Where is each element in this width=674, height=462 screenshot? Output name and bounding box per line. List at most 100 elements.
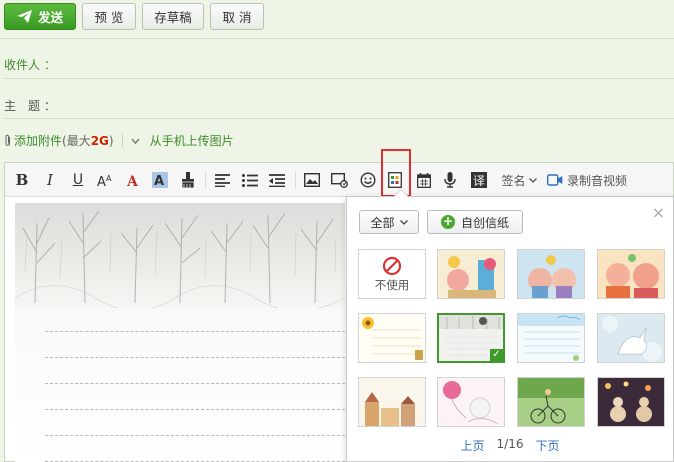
image-icon bbox=[304, 173, 320, 187]
screenshot-button[interactable] bbox=[331, 171, 349, 189]
stationery-thumbnail[interactable] bbox=[358, 377, 426, 427]
save-draft-button[interactable]: 存草稿 bbox=[142, 3, 204, 30]
send-icon bbox=[16, 10, 32, 23]
svg-text:译: 译 bbox=[473, 174, 485, 188]
svg-text:A: A bbox=[154, 174, 164, 188]
signature-dropdown[interactable]: 签名 bbox=[501, 171, 537, 189]
screenshot-icon bbox=[331, 172, 348, 188]
close-icon[interactable]: × bbox=[652, 203, 665, 222]
bold-button[interactable]: B bbox=[15, 171, 29, 189]
cancel-button[interactable]: 取 消 bbox=[210, 3, 264, 30]
video-camera-icon bbox=[547, 174, 563, 186]
unicorn-stationery-image bbox=[598, 314, 664, 362]
snowman-lights-image bbox=[598, 378, 664, 426]
recipient-field[interactable]: 收件人 ： bbox=[4, 56, 56, 73]
list-button[interactable] bbox=[242, 171, 258, 189]
font-size-button[interactable]: A A bbox=[97, 171, 115, 189]
chevron-down-icon bbox=[528, 177, 537, 183]
divider bbox=[4, 78, 674, 79]
plus-icon: + bbox=[440, 214, 455, 229]
stationery-thumbnail-selected[interactable]: ✓ bbox=[437, 313, 505, 363]
ruled-line bbox=[45, 331, 345, 332]
emoji-button[interactable] bbox=[360, 171, 376, 189]
custom-stationery-button[interactable]: + 自创信纸 bbox=[427, 210, 523, 234]
smiley-icon bbox=[360, 172, 376, 188]
attachment-row: 添加附件 (最大 2G) 从手机上传图片 bbox=[4, 132, 234, 149]
italic-button[interactable]: I bbox=[43, 171, 57, 189]
editor-body[interactable] bbox=[15, 203, 345, 462]
underline-button[interactable]: U bbox=[71, 171, 85, 189]
stationery-thumbnail[interactable] bbox=[597, 313, 665, 363]
calendar-button[interactable] bbox=[417, 171, 431, 189]
prev-page-link[interactable]: 上页 bbox=[461, 437, 485, 454]
svg-text:A: A bbox=[106, 174, 112, 183]
upload-from-phone-link[interactable]: 从手机上传图片 bbox=[150, 132, 234, 149]
signature-label: 签名 bbox=[501, 173, 526, 188]
record-label: 录制音视频 bbox=[567, 173, 628, 188]
translate-button[interactable]: 译 bbox=[471, 171, 487, 189]
compose-toolbar: 发送 预 览 存草稿 取 消 bbox=[0, 0, 674, 38]
custom-stationery-label: 自创信纸 bbox=[460, 215, 509, 230]
divider bbox=[4, 118, 674, 119]
stationery-thumbnail[interactable] bbox=[517, 377, 585, 427]
align-button[interactable] bbox=[215, 171, 230, 189]
ruled-line bbox=[45, 435, 345, 436]
no-entry-icon bbox=[382, 256, 402, 275]
paperclip-icon bbox=[5, 134, 10, 146]
stationery-thumbnail[interactable] bbox=[517, 313, 585, 363]
bicycle-couple-image bbox=[518, 378, 584, 426]
add-attachment-link[interactable]: 添加附件 bbox=[14, 132, 62, 149]
no-stationery-label: 不使用 bbox=[374, 277, 410, 292]
blue-sky-stationery-image bbox=[518, 314, 584, 362]
editor-toolbar: B I U A A A A 译 签名 录制音视频 bbox=[5, 149, 673, 197]
town-stationery-image bbox=[359, 378, 425, 426]
align-left-icon bbox=[215, 173, 230, 187]
recipient-label: 收件人 ： bbox=[4, 58, 56, 72]
sunflower-stationery-image bbox=[359, 314, 425, 362]
record-av-button[interactable]: 录制音视频 bbox=[547, 171, 631, 189]
cancel-label: 取 消 bbox=[222, 10, 252, 25]
insert-image-button[interactable] bbox=[304, 171, 320, 189]
ruled-line bbox=[45, 383, 345, 384]
translate-icon: 译 bbox=[471, 172, 487, 188]
attachment-limit-prefix: (最大 bbox=[62, 134, 91, 148]
font-color-button[interactable]: A bbox=[125, 171, 141, 189]
ruled-line bbox=[45, 357, 345, 358]
subject-label: 主 题 ： bbox=[4, 99, 56, 113]
stationery-thumbnail[interactable] bbox=[597, 377, 665, 427]
indent-button[interactable] bbox=[269, 171, 285, 189]
no-stationery-option[interactable]: 不使用 bbox=[358, 249, 426, 299]
next-page-link[interactable]: 下页 bbox=[535, 437, 559, 454]
subject-field[interactable]: 主 题 ： bbox=[4, 97, 56, 114]
stationery-thumbnail[interactable] bbox=[437, 249, 505, 299]
cartoon-pigs-image bbox=[518, 250, 584, 298]
stationery-thumbnail[interactable] bbox=[437, 377, 505, 427]
chevron-down-icon bbox=[399, 219, 408, 225]
ruled-line bbox=[45, 409, 345, 410]
stationery-thumbnail[interactable] bbox=[597, 249, 665, 299]
font-color-icon: A bbox=[126, 174, 139, 188]
stationery-thumbnail[interactable] bbox=[358, 313, 426, 363]
svg-text:A: A bbox=[97, 175, 106, 187]
voice-button[interactable] bbox=[444, 171, 456, 189]
divider bbox=[0, 38, 674, 39]
attachment-limit-suffix: ) bbox=[108, 133, 114, 148]
calendar-icon bbox=[417, 172, 431, 188]
checkmark-icon: ✓ bbox=[490, 349, 503, 361]
highlight-color-button[interactable]: A bbox=[152, 171, 168, 189]
balloon-stationery-image bbox=[438, 378, 504, 426]
save-draft-label: 存草稿 bbox=[154, 10, 192, 25]
send-button[interactable]: 发送 bbox=[4, 3, 76, 30]
category-select[interactable]: 全部 bbox=[359, 210, 419, 234]
cartoon-pigs-image bbox=[438, 250, 504, 298]
chevron-down-icon[interactable] bbox=[131, 138, 140, 144]
send-label: 发送 bbox=[37, 10, 63, 25]
outdent-icon bbox=[269, 173, 285, 187]
preview-button[interactable]: 预 览 bbox=[82, 3, 136, 30]
stationery-thumbnail[interactable] bbox=[517, 249, 585, 299]
clear-format-button[interactable] bbox=[181, 171, 195, 189]
popup-arrow bbox=[393, 189, 409, 197]
brush-icon bbox=[181, 172, 195, 188]
cartoon-pigs-image bbox=[598, 250, 664, 298]
preview-label: 预 览 bbox=[94, 10, 124, 25]
